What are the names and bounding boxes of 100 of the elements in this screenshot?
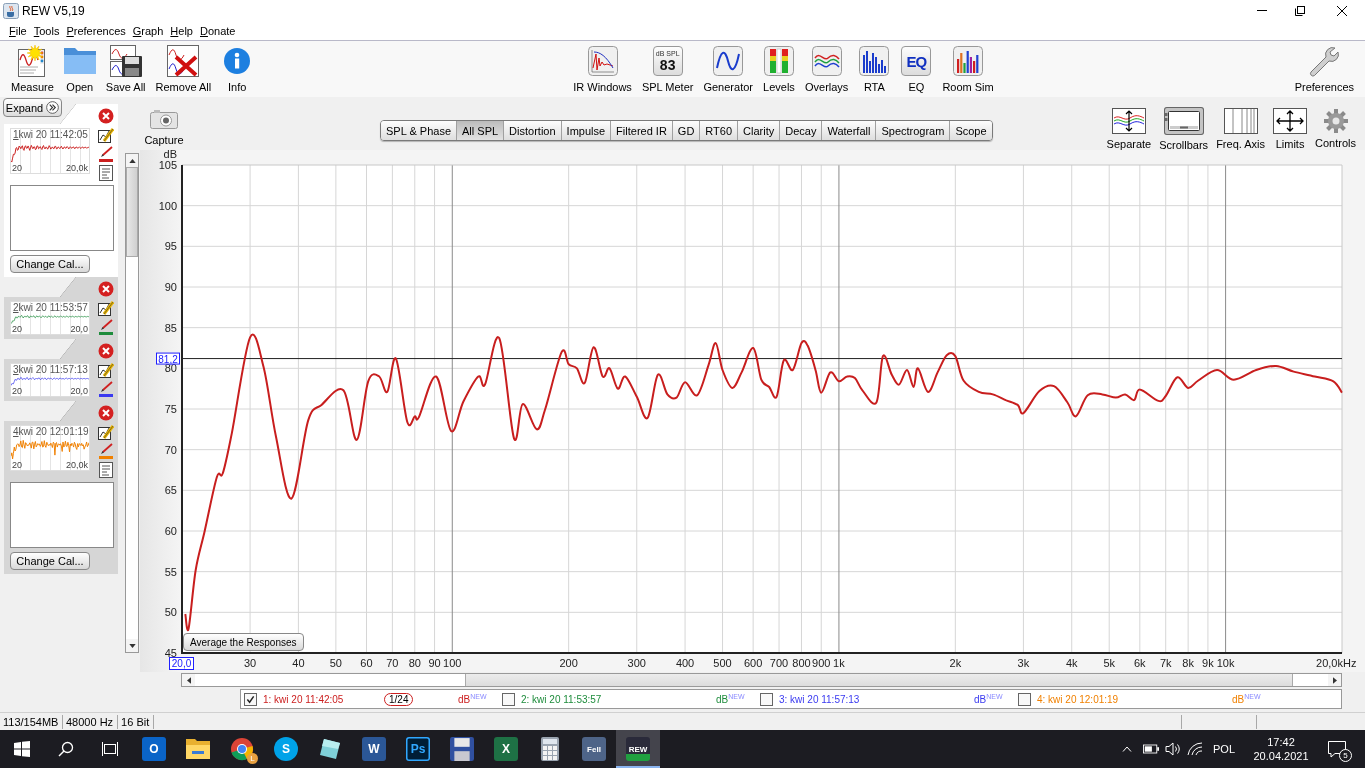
expand-button[interactable]: Expand	[3, 98, 62, 117]
horizontal-scrollbar[interactable]	[181, 673, 1342, 687]
unit-label[interactable]: dB$^{NEW}$	[458, 692, 487, 706]
floppy-disk-icon	[109, 45, 142, 77]
close-icon[interactable]	[98, 281, 114, 297]
close-icon[interactable]	[98, 108, 114, 124]
close-icon[interactable]	[98, 405, 114, 421]
graph-tab[interactable]: Filtered IR	[610, 121, 672, 140]
menu-item[interactable]: File	[9, 24, 27, 37]
pencil-chart-icon[interactable]	[98, 362, 114, 378]
glass-pane-icon	[318, 737, 342, 761]
clock-time[interactable]: 17:42	[1267, 735, 1295, 749]
checkbox[interactable]	[502, 692, 515, 706]
axis-tick-label: 100	[158, 199, 177, 212]
measurement-card[interactable]: 3kwi 20 11:57:13 20 20,0	[4, 339, 118, 401]
measurement-number: 1	[13, 129, 19, 140]
unit-label[interactable]: dB$^{NEW}$	[974, 692, 1003, 706]
speaker-icon[interactable]	[1165, 742, 1181, 756]
wifi-icon[interactable]	[1187, 742, 1203, 756]
notification-icon[interactable]	[1327, 740, 1347, 758]
taskbar-app[interactable]: Ps	[396, 730, 440, 768]
measurement-card[interactable]: 4kwi 20 12:01:19 20 20,0k Change Cal...	[4, 401, 118, 574]
scroll-down-button[interactable]	[126, 639, 138, 652]
toolbar-button[interactable]: EQ EQ	[895, 41, 938, 94]
graph-control-button[interactable]: Limits	[1269, 106, 1312, 152]
pen-icon[interactable]	[98, 443, 114, 455]
document-icon[interactable]	[98, 165, 114, 181]
toolbar-button[interactable]: Save All	[100, 41, 151, 94]
vertical-scrollbar[interactable]	[125, 153, 139, 653]
toolbar-button[interactable]: Measure	[6, 41, 59, 94]
pen-icon[interactable]	[98, 381, 114, 393]
chevron-up-icon[interactable]	[1122, 746, 1132, 752]
axis-tick-label: 75	[164, 403, 177, 415]
graph-tab[interactable]: Clarity	[737, 121, 780, 140]
graph-tab[interactable]: Scope	[949, 121, 992, 140]
scroll-left-button[interactable]	[182, 674, 195, 686]
graph-tab[interactable]: Spectrogram	[875, 121, 950, 140]
axis-tick-label: 60	[360, 657, 373, 669]
toolbar-button[interactable]: Room Sim	[937, 41, 999, 94]
color-swatch-icon[interactable]	[99, 332, 113, 335]
graph-tab[interactable]: Distortion	[503, 121, 561, 140]
taskbar-app[interactable]: W	[352, 730, 396, 768]
graph-tab[interactable]: All SPL	[456, 121, 504, 140]
pencil-chart-icon[interactable]	[98, 127, 114, 143]
graph-control-button[interactable]: Scrollbars	[1155, 106, 1213, 152]
clock-date[interactable]: 20.04.2021	[1253, 749, 1309, 763]
input-language[interactable]: POL	[1213, 743, 1235, 755]
taskbar-app[interactable]: FeII	[572, 730, 616, 768]
toolbar-button[interactable]: Remove All	[150, 41, 217, 94]
menu-item[interactable]: Graph	[132, 24, 164, 37]
taskbar-app[interactable]: O	[132, 730, 176, 768]
notes-field[interactable]	[10, 482, 114, 548]
notes-field[interactable]	[10, 185, 114, 251]
unit-label[interactable]: dB$^{NEW}$	[716, 692, 745, 706]
toolbar-button[interactable]: Overlays	[799, 41, 854, 94]
taskbar-app[interactable]: X	[484, 730, 528, 768]
battery-icon[interactable]	[1143, 744, 1159, 754]
document-icon[interactable]	[98, 462, 114, 478]
pen-icon[interactable]	[98, 146, 114, 158]
checkbox[interactable]	[760, 692, 773, 706]
toolbar-button[interactable]: Info	[216, 41, 259, 94]
scroll-up-button[interactable]	[126, 154, 138, 167]
average-responses-button[interactable]: Average the Responses	[183, 633, 304, 651]
axis-label: 20	[12, 460, 22, 470]
change-cal-button[interactable]: Change Cal...	[10, 552, 90, 570]
toolbar-button[interactable]: Preferences	[1289, 41, 1359, 94]
graph-tab[interactable]: Impulse	[560, 121, 611, 140]
pencil-chart-icon[interactable]	[98, 424, 114, 440]
toolbar-button[interactable]: RTA	[853, 41, 896, 94]
graph-tab[interactable]: Decay	[779, 121, 822, 140]
measurement-number: 3	[13, 364, 19, 375]
menu-item[interactable]: Preferences	[66, 24, 126, 37]
graph-tab[interactable]: Waterfall	[821, 121, 876, 140]
scroll-right-button[interactable]	[1328, 674, 1341, 686]
taskbar-app[interactable]: REW	[616, 730, 660, 768]
checkbox[interactable]	[244, 692, 257, 706]
color-swatch-icon[interactable]	[99, 394, 113, 397]
menu-item[interactable]: Help	[170, 24, 193, 37]
menu-item[interactable]: Tools	[33, 24, 60, 37]
graph-tab[interactable]: RT60	[699, 121, 738, 140]
tile-text: Ps	[410, 743, 426, 755]
pen-icon[interactable]	[98, 319, 114, 331]
graph-tab[interactable]: SPL & Phase	[381, 121, 457, 140]
checkbox[interactable]	[1018, 692, 1031, 706]
toolbar-button[interactable]: Open	[58, 41, 101, 94]
status-text: 48000 Hz	[63, 714, 119, 729]
menu-item[interactable]: Donate	[200, 24, 236, 37]
toolbar-button[interactable]: Generator	[698, 41, 758, 94]
color-swatch-icon[interactable]	[99, 159, 113, 162]
scrollbar-thumb[interactable]	[465, 674, 1293, 686]
pencil-chart-icon[interactable]	[98, 300, 114, 316]
close-icon[interactable]	[98, 343, 114, 359]
change-cal-button[interactable]: Change Cal...	[10, 255, 90, 273]
toolbar-button[interactable]: Levels	[757, 41, 800, 94]
measurement-card[interactable]: 2kwi 20 11:53:57 20 20,0	[4, 277, 118, 339]
color-swatch-icon[interactable]	[99, 456, 113, 459]
graph-tab[interactable]: GD	[671, 121, 700, 140]
scrollbar-thumb[interactable]	[126, 167, 138, 257]
capture-button[interactable]: Capture	[143, 97, 185, 146]
toolbar-button[interactable]: IR Windows	[568, 41, 637, 94]
